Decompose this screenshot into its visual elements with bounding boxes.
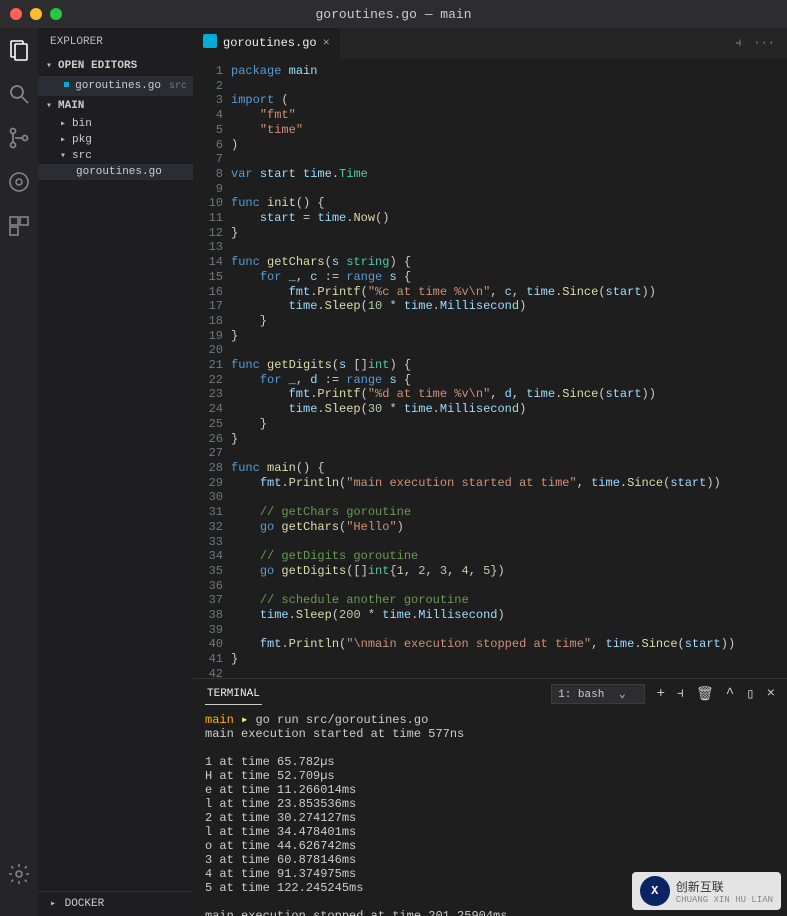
open-editors-section[interactable]: ▾ OPEN EDITORS bbox=[38, 56, 193, 76]
watermark-logo-icon: X bbox=[640, 876, 670, 906]
folder-pkg-label: pkg bbox=[72, 134, 92, 146]
file-goroutines[interactable]: goroutines.go bbox=[38, 164, 193, 180]
go-file-icon bbox=[203, 34, 217, 52]
chevron-down-icon: ▾ bbox=[44, 100, 54, 112]
chevron-down-icon: ▾ bbox=[58, 150, 68, 162]
watermark-sub: CHUANG XIN HU LIAN bbox=[676, 895, 773, 905]
watermark-brand: 创新互联 bbox=[676, 878, 773, 895]
folder-src[interactable]: ▾ src bbox=[38, 148, 193, 164]
settings-gear-icon[interactable] bbox=[7, 862, 31, 886]
more-actions-icon[interactable]: ··· bbox=[753, 36, 775, 50]
folder-bin[interactable]: ▸ bin bbox=[38, 116, 193, 132]
maximize-panel-icon[interactable]: ^ bbox=[726, 686, 734, 702]
terminal-tab[interactable]: TERMINAL bbox=[205, 684, 262, 705]
terminal-header: TERMINAL 1: bash ⌄ + ⫞ 🗑 ^ ▯ × bbox=[193, 679, 787, 709]
shell-selector[interactable]: 1: bash ⌄ bbox=[551, 684, 644, 704]
line-gutter: 1234567891011121314151617181920212223242… bbox=[193, 58, 231, 678]
chevron-updown-icon: ⌄ bbox=[619, 689, 626, 701]
explorer-icon[interactable] bbox=[7, 38, 31, 62]
search-icon[interactable] bbox=[7, 82, 31, 106]
sidebar: EXPLORER ▾ OPEN EDITORS goroutines.go sr… bbox=[38, 28, 193, 916]
file-goroutines-label: goroutines.go bbox=[76, 166, 162, 178]
minimize-window-button[interactable] bbox=[30, 8, 42, 20]
docker-label: DOCKER bbox=[65, 898, 105, 910]
close-window-button[interactable] bbox=[10, 8, 22, 20]
debug-icon[interactable] bbox=[7, 170, 31, 194]
editor-area: goroutines.go × ⫞ ··· 123456789101112131… bbox=[193, 28, 787, 916]
chevron-right-icon: ▸ bbox=[58, 134, 68, 146]
folder-pkg[interactable]: ▸ pkg bbox=[38, 132, 193, 148]
open-editors-label: OPEN EDITORS bbox=[58, 60, 137, 72]
sidebar-title: EXPLORER bbox=[38, 28, 193, 56]
open-file-dir: src bbox=[169, 81, 187, 92]
folder-src-label: src bbox=[72, 150, 92, 162]
chevron-right-icon: ▸ bbox=[58, 118, 68, 130]
window-title: goroutines.go — main bbox=[315, 7, 471, 22]
traffic-lights bbox=[10, 8, 62, 20]
open-file-label: goroutines.go bbox=[75, 80, 161, 92]
titlebar: goroutines.go — main bbox=[0, 0, 787, 28]
main-section-label: MAIN bbox=[58, 100, 84, 112]
folder-bin-label: bin bbox=[72, 118, 92, 130]
chevron-down-icon: ▾ bbox=[44, 60, 54, 72]
trash-icon[interactable]: 🗑 bbox=[696, 686, 714, 703]
code-content[interactable]: package main import ( "fmt" "time") var … bbox=[231, 58, 787, 678]
open-editor-item[interactable]: goroutines.go src bbox=[38, 76, 193, 96]
shell-label: 1: bash bbox=[558, 689, 604, 701]
tab-label: goroutines.go bbox=[223, 36, 317, 50]
tab-bar: goroutines.go × ⫞ ··· bbox=[193, 28, 787, 58]
close-tab-icon[interactable]: × bbox=[323, 36, 330, 50]
tab-goroutines[interactable]: goroutines.go × bbox=[193, 28, 341, 58]
new-terminal-icon[interactable]: + bbox=[657, 686, 665, 702]
activity-bar bbox=[0, 28, 38, 916]
panel-toggle-icon[interactable]: ▯ bbox=[746, 686, 754, 703]
code-editor[interactable]: 1234567891011121314151617181920212223242… bbox=[193, 58, 787, 678]
split-terminal-icon[interactable]: ⫞ bbox=[677, 686, 684, 702]
extensions-icon[interactable] bbox=[7, 214, 31, 238]
split-editor-icon[interactable]: ⫞ bbox=[735, 36, 741, 50]
source-control-icon[interactable] bbox=[7, 126, 31, 150]
watermark: X 创新互联 CHUANG XIN HU LIAN bbox=[632, 872, 781, 910]
chevron-right-icon: ▸ bbox=[48, 898, 58, 910]
close-panel-icon[interactable]: × bbox=[767, 686, 775, 702]
main-folder-section[interactable]: ▾ MAIN bbox=[38, 96, 193, 116]
go-file-icon bbox=[64, 79, 69, 93]
docker-section[interactable]: ▸ DOCKER bbox=[38, 891, 193, 916]
maximize-window-button[interactable] bbox=[50, 8, 62, 20]
